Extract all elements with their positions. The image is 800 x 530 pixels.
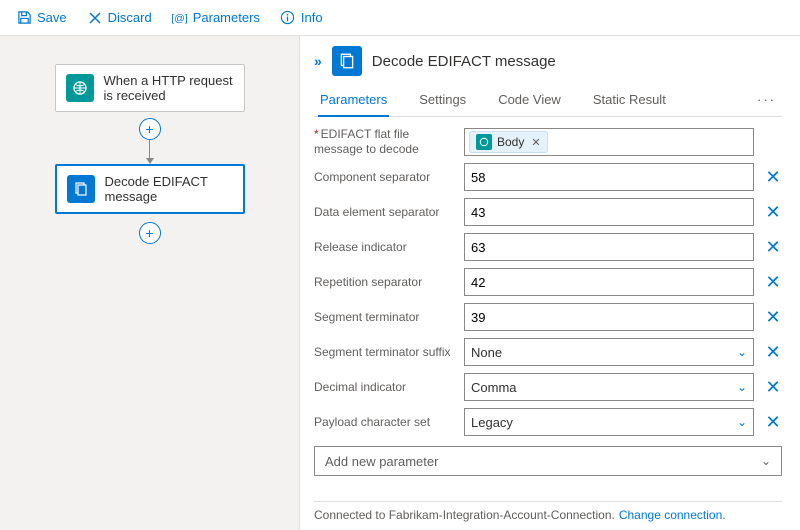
data-elem-sep-clear[interactable]: ✕: [764, 202, 782, 223]
parameters-label: Parameters: [193, 10, 260, 25]
http-trigger-icon: [66, 74, 94, 102]
payload-charset-select[interactable]: Legacy ⌄: [464, 408, 754, 436]
connector: +: [139, 112, 161, 164]
edifact-icon: [67, 175, 95, 203]
toolbar: Save Discard [@] Parameters Info: [0, 0, 800, 36]
parameters-form: *EDIFACT flat file message to decode Bod…: [314, 117, 782, 493]
save-label: Save: [37, 10, 67, 25]
decimal-ind-label: Decimal indicator: [314, 380, 454, 395]
segment-term-input[interactable]: [464, 303, 754, 331]
save-icon: [16, 10, 32, 26]
chevron-down-icon: ⌄: [737, 415, 747, 429]
http-body-icon: [476, 134, 492, 150]
save-button[interactable]: Save: [8, 6, 75, 30]
chevron-down-icon: ⌄: [761, 454, 771, 468]
segment-term-suffix-label: Segment terminator suffix: [314, 345, 454, 360]
info-label: Info: [301, 10, 323, 25]
release-ind-clear[interactable]: ✕: [764, 237, 782, 258]
parameters-icon: [@]: [172, 10, 188, 26]
repetition-sep-clear[interactable]: ✕: [764, 272, 782, 293]
node-decode-edifact[interactable]: Decode EDIFACT message: [55, 164, 245, 214]
tab-static-result[interactable]: Static Result: [591, 86, 668, 116]
body-token-chip[interactable]: Body ✕: [469, 131, 548, 153]
tab-more-button[interactable]: ···: [755, 86, 778, 116]
flatfile-label: *EDIFACT flat file message to decode: [314, 127, 454, 157]
panel-title-icon: [332, 46, 362, 76]
connection-text: Connected to Fabrikam-Integration-Accoun…: [314, 508, 615, 522]
chevron-down-icon: ⌄: [737, 380, 747, 394]
info-icon: [280, 10, 296, 26]
repetition-sep-input[interactable]: [464, 268, 754, 296]
payload-charset-label: Payload character set: [314, 415, 454, 430]
tab-code-view[interactable]: Code View: [496, 86, 563, 116]
node-http-label: When a HTTP request is received: [104, 73, 234, 103]
payload-charset-clear[interactable]: ✕: [764, 412, 782, 433]
chip-remove-icon[interactable]: ✕: [531, 136, 540, 149]
decimal-ind-clear[interactable]: ✕: [764, 377, 782, 398]
segment-term-suffix-select[interactable]: None ⌄: [464, 338, 754, 366]
panel-tabs: Parameters Settings Code View Static Res…: [314, 86, 782, 117]
data-elem-sep-label: Data element separator: [314, 205, 454, 220]
add-step-button-bottom[interactable]: +: [139, 222, 161, 244]
flatfile-input[interactable]: Body ✕: [464, 128, 754, 156]
chip-label: Body: [497, 135, 524, 149]
node-http-trigger[interactable]: When a HTTP request is received: [55, 64, 245, 112]
decimal-ind-select[interactable]: Comma ⌄: [464, 373, 754, 401]
add-step-button-top[interactable]: +: [139, 118, 161, 140]
designer-canvas[interactable]: When a HTTP request is received + Decode…: [0, 36, 300, 530]
chevron-down-icon: ⌄: [737, 345, 747, 359]
release-ind-input[interactable]: [464, 233, 754, 261]
component-sep-label: Component separator: [314, 170, 454, 185]
component-sep-clear[interactable]: ✕: [764, 167, 782, 188]
tab-parameters[interactable]: Parameters: [318, 86, 389, 117]
component-sep-input[interactable]: [464, 163, 754, 191]
collapse-panel-button[interactable]: »: [314, 53, 322, 69]
tab-settings[interactable]: Settings: [417, 86, 468, 116]
change-connection-link[interactable]: Change connection.: [619, 508, 726, 522]
repetition-sep-label: Repetition separator: [314, 275, 454, 290]
discard-icon: [87, 10, 103, 26]
parameters-button[interactable]: [@] Parameters: [164, 6, 268, 30]
svg-text:[@]: [@]: [172, 13, 187, 24]
details-panel: » Decode EDIFACT message Parameters Sett…: [300, 36, 800, 530]
release-ind-label: Release indicator: [314, 240, 454, 255]
discard-button[interactable]: Discard: [79, 6, 160, 30]
discard-label: Discard: [108, 10, 152, 25]
panel-title: Decode EDIFACT message: [372, 53, 556, 70]
segment-term-label: Segment terminator: [314, 310, 454, 325]
node-edifact-label: Decode EDIFACT message: [105, 174, 233, 204]
info-button[interactable]: Info: [272, 6, 331, 30]
connection-footer: Connected to Fabrikam-Integration-Accoun…: [314, 501, 782, 522]
segment-term-clear[interactable]: ✕: [764, 307, 782, 328]
data-elem-sep-input[interactable]: [464, 198, 754, 226]
add-parameter-dropdown[interactable]: Add new parameter ⌄: [314, 446, 782, 476]
segment-term-suffix-clear[interactable]: ✕: [764, 342, 782, 363]
